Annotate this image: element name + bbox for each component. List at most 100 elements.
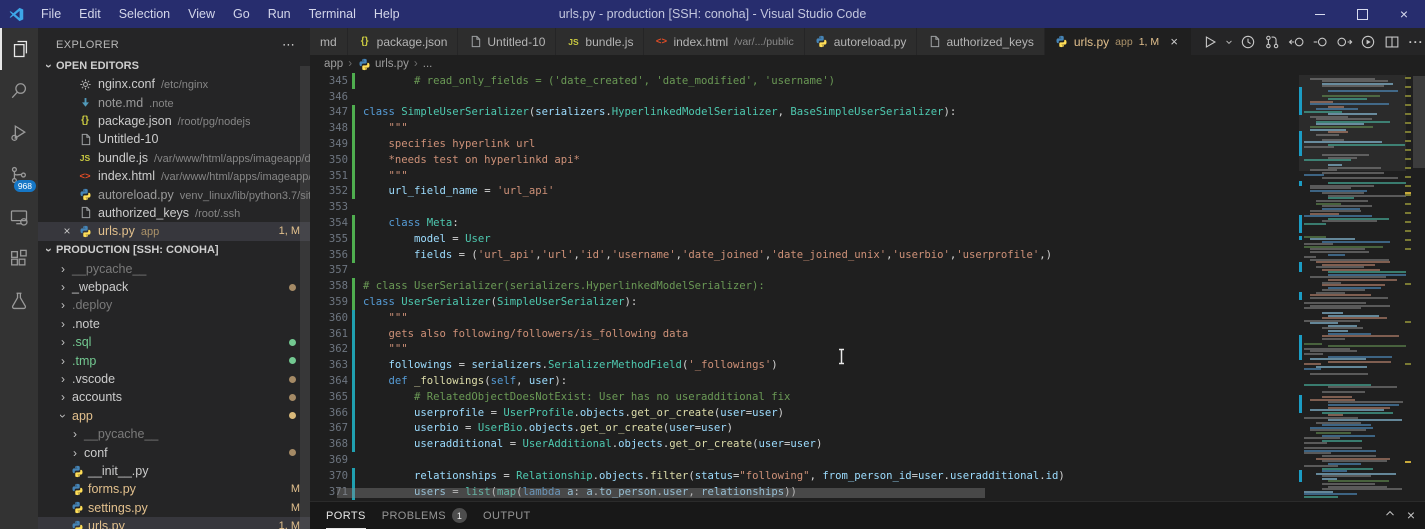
line-number[interactable]: 366 bbox=[310, 407, 348, 419]
menu-edit[interactable]: Edit bbox=[70, 0, 110, 28]
line-number[interactable]: 364 bbox=[310, 375, 348, 387]
open-editor-item[interactable]: {}package.json/root/pg/nodejs bbox=[38, 112, 310, 130]
open-editor-item[interactable]: <>index.html/var/www/html/apps/imageapp/… bbox=[38, 167, 310, 185]
line-number[interactable]: 346 bbox=[310, 91, 348, 103]
tree-folder-app[interactable]: ›app bbox=[38, 407, 310, 425]
tree-file--init-py[interactable]: __init__.py bbox=[38, 462, 310, 480]
menu-selection[interactable]: Selection bbox=[110, 0, 179, 28]
sidebar-scrollbar[interactable] bbox=[300, 66, 310, 529]
tab-index-html[interactable]: <>index.html/var/.../public bbox=[644, 28, 804, 55]
tree-folder--pycache-[interactable]: ›__pycache__ bbox=[38, 425, 310, 443]
line-number[interactable]: 365 bbox=[310, 391, 348, 403]
activity-source-control-icon[interactable]: 968 bbox=[0, 154, 38, 196]
line-number[interactable]: 357 bbox=[310, 264, 348, 276]
code-line[interactable]: 366 userprofile = UserProfile.objects.ge… bbox=[310, 405, 1413, 421]
code-line[interactable]: 363 followings = serializers.SerializerM… bbox=[310, 357, 1413, 373]
code-line[interactable]: 347class SimpleUserSerializer(serializer… bbox=[310, 105, 1413, 121]
menu-terminal[interactable]: Terminal bbox=[300, 0, 365, 28]
maximize-panel-icon[interactable] bbox=[1383, 506, 1397, 525]
run-dropdown-icon[interactable] bbox=[1222, 28, 1236, 55]
open-editor-item[interactable]: note.md.note bbox=[38, 93, 310, 111]
line-number[interactable]: 348 bbox=[310, 122, 348, 134]
menu-run[interactable]: Run bbox=[259, 0, 300, 28]
menu-view[interactable]: View bbox=[179, 0, 224, 28]
section-production-root[interactable]: › PRODUCTION [SSH: CONOHA] bbox=[38, 241, 310, 260]
open-editor-item[interactable]: authorized_keys/root/.ssh bbox=[38, 204, 310, 222]
code-line[interactable]: 362 """ bbox=[310, 342, 1413, 358]
tab-autoreload-py[interactable]: autoreload.py bbox=[805, 28, 918, 55]
tree-folder--tmp[interactable]: ›.tmp bbox=[38, 351, 310, 369]
line-number[interactable]: 351 bbox=[310, 170, 348, 182]
line-number[interactable]: 347 bbox=[310, 106, 348, 118]
tree-folder--deploy[interactable]: ›.deploy bbox=[38, 296, 310, 314]
code-line[interactable]: 346 bbox=[310, 89, 1413, 105]
tree-file-settings-py[interactable]: settings.pyM bbox=[38, 499, 310, 517]
play-circle-icon[interactable] bbox=[1356, 28, 1380, 55]
section-open-editors[interactable]: › OPEN EDITORS bbox=[38, 56, 310, 75]
close-tab-icon[interactable]: × bbox=[1167, 34, 1181, 49]
tree-file-forms-py[interactable]: forms.pyM bbox=[38, 480, 310, 498]
code-line[interactable]: 351 """ bbox=[310, 168, 1413, 184]
code-line[interactable]: 367 userbio = UserBio.objects.get_or_cre… bbox=[310, 421, 1413, 437]
line-number[interactable]: 360 bbox=[310, 312, 348, 324]
split-editor-icon[interactable] bbox=[1380, 28, 1404, 55]
line-number[interactable]: 368 bbox=[310, 438, 348, 450]
minimize-button[interactable] bbox=[1299, 0, 1341, 28]
line-number[interactable]: 363 bbox=[310, 359, 348, 371]
code-line[interactable]: 354 class Meta: bbox=[310, 215, 1413, 231]
tree-folder--sql[interactable]: ›.sql bbox=[38, 333, 310, 351]
activity-remote-explorer-icon[interactable] bbox=[0, 196, 38, 238]
tree-folder--note[interactable]: ›.note bbox=[38, 315, 310, 333]
tab-package-json[interactable]: {}package.json bbox=[348, 28, 459, 55]
line-number[interactable]: 356 bbox=[310, 249, 348, 261]
run-file-icon[interactable] bbox=[1198, 28, 1222, 55]
line-number[interactable]: 369 bbox=[310, 454, 348, 466]
maximize-button[interactable] bbox=[1341, 0, 1383, 28]
code-line[interactable]: 349 specifies hyperlink url bbox=[310, 136, 1413, 152]
tree-folder--pycache-[interactable]: ›__pycache__ bbox=[38, 260, 310, 278]
arrow-circle-left-icon[interactable] bbox=[1284, 28, 1308, 55]
activity-explorer-icon[interactable] bbox=[0, 28, 38, 70]
menu-file[interactable]: File bbox=[32, 0, 70, 28]
more-actions-icon[interactable]: ··· bbox=[1404, 28, 1425, 55]
minimap[interactable] bbox=[1299, 73, 1406, 502]
code-line[interactable]: 370 relationships = Relationship.objects… bbox=[310, 468, 1413, 484]
close-button[interactable]: × bbox=[1383, 0, 1425, 28]
pull-request-icon[interactable] bbox=[1260, 28, 1284, 55]
panel-tab-problems[interactable]: PROBLEMS1 bbox=[382, 502, 467, 529]
code-line[interactable]: 359class UserSerializer(SimpleUserSerial… bbox=[310, 294, 1413, 310]
line-number[interactable]: 350 bbox=[310, 154, 348, 166]
line-number[interactable]: 370 bbox=[310, 470, 348, 482]
line-number[interactable]: 345 bbox=[310, 75, 348, 87]
breadcrumb-item[interactable]: urls.py bbox=[357, 57, 409, 71]
tree-folder--vscode[interactable]: ›.vscode bbox=[38, 370, 310, 388]
circle-dash-icon[interactable] bbox=[1308, 28, 1332, 55]
open-editor-item[interactable]: nginx.conf/etc/nginx bbox=[38, 75, 310, 93]
tab-md[interactable]: md bbox=[310, 28, 348, 55]
line-number[interactable]: 361 bbox=[310, 328, 348, 340]
open-editor-item[interactable]: Untitled-10 bbox=[38, 130, 310, 148]
line-number[interactable]: 367 bbox=[310, 422, 348, 434]
code-line[interactable]: 369 bbox=[310, 452, 1413, 468]
code-line[interactable]: 350 *needs test on hyperlinkd api* bbox=[310, 152, 1413, 168]
tree-file-urls-py[interactable]: urls.py1, M bbox=[38, 517, 310, 529]
horizontal-scrollbar[interactable] bbox=[337, 488, 985, 498]
timeline-history-icon[interactable] bbox=[1236, 28, 1260, 55]
circle-arrow-right-icon[interactable] bbox=[1332, 28, 1356, 55]
activity-run-debug-icon[interactable] bbox=[0, 112, 38, 154]
tab-authorized-keys[interactable]: authorized_keys bbox=[917, 28, 1044, 55]
panel-tab-ports[interactable]: PORTS bbox=[326, 502, 366, 529]
code-line[interactable]: 365 # RelatedObjectDoesNotExist: User ha… bbox=[310, 389, 1413, 405]
vertical-scrollbar[interactable] bbox=[1413, 73, 1425, 502]
tab-untitled-10[interactable]: Untitled-10 bbox=[458, 28, 556, 55]
code-editor[interactable]: 345 # read_only_fields = ('date_created'… bbox=[310, 73, 1413, 502]
code-line[interactable]: 348 """ bbox=[310, 120, 1413, 136]
tab-urls-py[interactable]: urls.pyapp1, M× bbox=[1045, 28, 1192, 55]
code-line[interactable]: 356 fields = ('url_api','url','id','user… bbox=[310, 247, 1413, 263]
line-number[interactable]: 352 bbox=[310, 185, 348, 197]
code-line[interactable]: 355 model = User bbox=[310, 231, 1413, 247]
vertical-scrollbar-slider[interactable] bbox=[1413, 76, 1425, 168]
sidebar-more-actions-icon[interactable]: ⋯ bbox=[282, 41, 296, 49]
line-number[interactable]: 358 bbox=[310, 280, 348, 292]
activity-extensions-icon[interactable] bbox=[0, 238, 38, 280]
